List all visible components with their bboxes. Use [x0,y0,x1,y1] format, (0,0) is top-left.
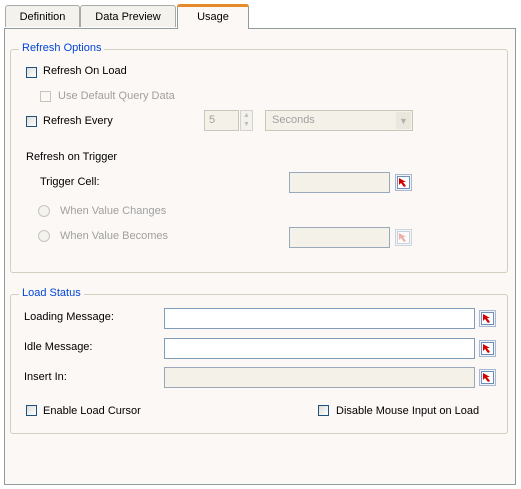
tab-usage[interactable]: Usage [177,4,249,29]
loading-message-picker-button[interactable] [479,310,496,327]
disable-mouse-input-checkbox[interactable] [318,405,329,416]
refresh-on-load-checkbox[interactable] [26,67,37,78]
refresh-on-load-label: Refresh On Load [43,65,127,77]
enable-load-cursor-checkbox[interactable] [26,405,37,416]
loading-message-label: Loading Message: [24,311,114,323]
refresh-every-checkbox[interactable] [26,116,37,127]
idle-message-field[interactable] [164,338,475,359]
chevron-down-icon[interactable]: ▼ [396,112,411,129]
load-status-legend: Load Status [19,287,84,299]
cell-selector-arrow-icon [481,312,494,325]
cell-selector-arrow-icon [397,176,410,189]
when-value-changes-radio[interactable] [38,205,50,217]
when-value-becomes-label: When Value Becomes [60,230,169,242]
refresh-interval-unit-select[interactable]: Seconds ▼ [265,110,413,131]
when-value-becomes-picker-button[interactable] [395,229,412,246]
enable-load-cursor-label: Enable Load Cursor [43,405,141,417]
trigger-cell-field[interactable] [289,172,390,193]
refresh-interval-stepper[interactable]: ▲ ▼ [240,110,253,131]
refresh-options-legend: Refresh Options [19,42,105,54]
insert-in-picker-button[interactable] [479,369,496,386]
usage-panel: Refresh Options Refresh On Load Use Defa… [4,28,516,485]
use-default-query-data-label: Use Default Query Data [58,90,175,102]
tab-data-preview[interactable]: Data Preview [80,5,176,27]
use-default-query-data-checkbox[interactable] [40,91,51,102]
disable-mouse-input-label: Disable Mouse Input on Load [336,405,480,417]
tab-usage-label: Usage [197,11,229,23]
stepper-up-icon[interactable]: ▲ [241,111,252,120]
refresh-interval-unit-value: Seconds [272,114,315,126]
refresh-interval-value: 5 [209,114,216,126]
cell-selector-arrow-icon [481,371,494,384]
when-value-becomes-radio[interactable] [38,230,50,242]
cell-selector-arrow-icon [397,231,410,244]
refresh-every-label: Refresh Every [43,115,113,127]
idle-message-label: Idle Message: [24,341,93,353]
when-value-becomes-field[interactable] [289,227,390,248]
stepper-down-icon[interactable]: ▼ [241,120,252,129]
insert-in-field[interactable] [164,367,475,388]
trigger-cell-picker-button[interactable] [395,174,412,191]
loading-message-field[interactable] [164,308,475,329]
cell-selector-arrow-icon [481,342,494,355]
insert-in-label: Insert In: [24,371,67,383]
tab-definition[interactable]: Definition [5,5,80,27]
tab-definition-label: Definition [19,10,66,23]
tab-data-preview-label: Data Preview [95,10,161,23]
trigger-cell-label: Trigger Cell: [40,176,100,188]
idle-message-picker-button[interactable] [479,340,496,357]
refresh-interval-input[interactable]: 5 [204,110,239,131]
when-value-changes-label: When Value Changes [60,205,167,217]
refresh-on-trigger-label: Refresh on Trigger [26,151,118,163]
